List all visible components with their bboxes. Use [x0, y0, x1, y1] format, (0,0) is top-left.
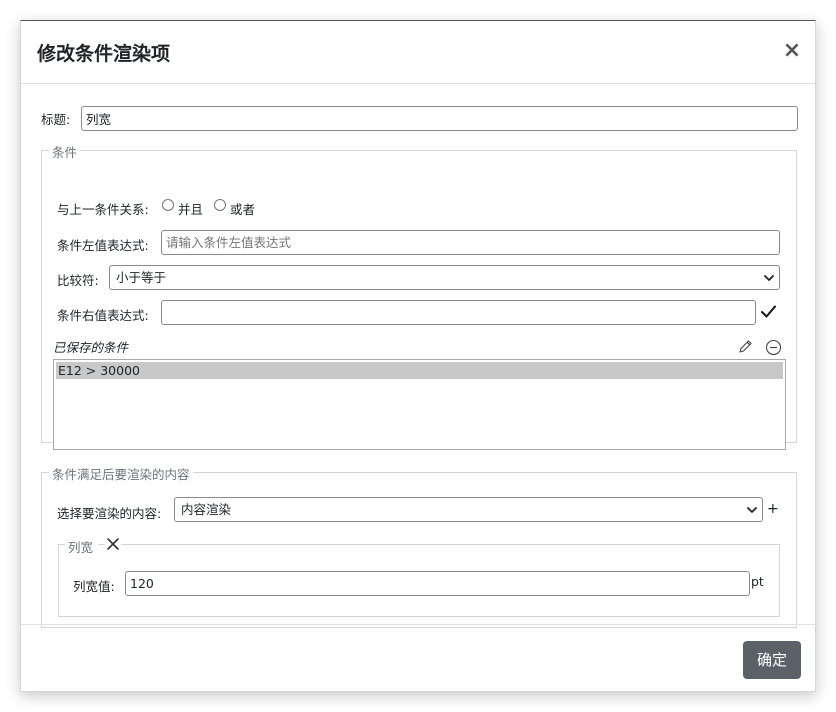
column-width-legend-text: 列宽: [68, 540, 94, 555]
close-button[interactable]: ×: [781, 38, 803, 64]
operator-selected-value: 小于等于: [116, 270, 167, 285]
left-expr-label: 条件左值表达式:: [57, 238, 149, 253]
right-expr-label: 条件右值表达式:: [57, 308, 149, 323]
content-select-label: 选择要渲染的内容:: [57, 506, 162, 521]
saved-conditions-list[interactable]: E12 > 30000: [53, 359, 786, 450]
modal-footer: 确定: [21, 624, 815, 691]
relation-label: 与上一条件关系:: [57, 202, 149, 217]
relation-and-radio[interactable]: [162, 199, 174, 211]
column-width-value-input[interactable]: [125, 571, 750, 596]
render-content-legend: 条件满足后要渲染的内容: [49, 464, 193, 483]
minus-circle-icon[interactable]: [765, 339, 782, 356]
relation-and-label: 并且: [178, 202, 204, 217]
chevron-down-icon: [764, 275, 774, 281]
relation-or-radio[interactable]: [214, 199, 226, 211]
pencil-icon[interactable]: [738, 339, 753, 354]
unit-label: pt: [751, 574, 764, 589]
chevron-down-icon: [747, 507, 757, 513]
column-width-legend: 列宽: [65, 537, 100, 556]
condition-legend: 条件: [49, 142, 81, 161]
add-content-button[interactable]: +: [767, 501, 779, 517]
check-icon[interactable]: [760, 303, 777, 320]
close-icon: ×: [782, 38, 802, 63]
title-input[interactable]: [81, 106, 798, 131]
x-icon[interactable]: [105, 536, 121, 552]
edit-conditional-render-dialog: 修改条件渲染项 × 标题: 条件 与上一条件关系: 并且 或者 条件左值表达式:…: [20, 20, 816, 692]
list-item[interactable]: E12 > 30000: [56, 362, 783, 379]
operator-label: 比较符:: [57, 273, 99, 288]
content-selected-value: 内容渲染: [181, 502, 232, 517]
saved-conditions-label: 已保存的条件: [53, 340, 129, 355]
right-expr-input[interactable]: [161, 300, 756, 325]
content-select[interactable]: 内容渲染: [174, 497, 763, 522]
modal-title: 修改条件渲染项: [37, 43, 171, 65]
operator-select[interactable]: 小于等于: [109, 265, 780, 290]
ok-button[interactable]: 确定: [743, 641, 801, 679]
title-label: 标题:: [41, 112, 71, 127]
left-expr-input[interactable]: [161, 230, 780, 255]
relation-or-label: 或者: [230, 202, 256, 217]
modal-body: 标题: 条件 与上一条件关系: 并且 或者 条件左值表达式: 比较符: 小于等于…: [21, 85, 815, 628]
column-width-value-label: 列宽值:: [73, 579, 115, 594]
modal-header: 修改条件渲染项 ×: [21, 21, 815, 84]
